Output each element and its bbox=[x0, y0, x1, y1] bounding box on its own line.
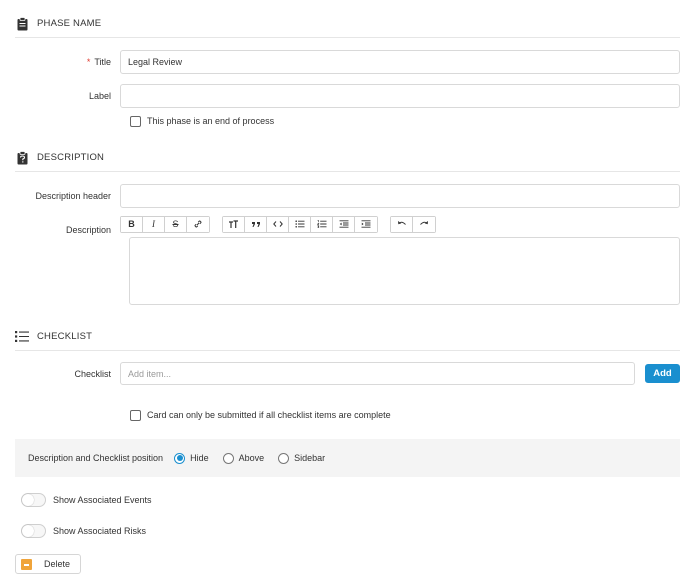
bullet-list-button[interactable] bbox=[289, 216, 311, 232]
add-checklist-item-button[interactable]: Add bbox=[645, 364, 680, 383]
quote-icon bbox=[251, 222, 260, 227]
end-of-process-checkbox[interactable]: This phase is an end of process bbox=[130, 115, 275, 127]
undo-button[interactable] bbox=[391, 216, 413, 232]
radio-hide[interactable] bbox=[174, 452, 186, 464]
checklist-icon bbox=[15, 330, 29, 344]
bold-button[interactable]: B bbox=[121, 216, 143, 232]
checkbox-box[interactable] bbox=[130, 115, 141, 127]
heading-icon bbox=[229, 219, 238, 228]
events-toggle-row: Show Associated Events bbox=[21, 492, 686, 508]
section-title: CHECKLIST bbox=[37, 331, 93, 342]
required-mark: * bbox=[86, 57, 91, 67]
toolbar-group-history bbox=[390, 215, 436, 233]
delete-button[interactable]: Delete bbox=[15, 554, 81, 574]
clipboard-question-icon bbox=[15, 150, 29, 165]
link-button[interactable] bbox=[187, 216, 209, 232]
rich-text-toolbar: B I S bbox=[120, 215, 448, 233]
description-header-input[interactable] bbox=[120, 184, 680, 208]
outdent-button[interactable] bbox=[333, 216, 355, 232]
numbered-list-button[interactable] bbox=[311, 216, 333, 232]
risks-toggle-row: Show Associated Risks bbox=[21, 523, 686, 539]
description-textarea[interactable] bbox=[129, 237, 680, 305]
toolbar-group-format: B I S bbox=[120, 215, 210, 233]
radio-above[interactable] bbox=[222, 452, 234, 464]
undo-icon bbox=[397, 221, 406, 225]
checkbox-box[interactable] bbox=[130, 409, 141, 421]
events-toggle[interactable] bbox=[21, 493, 46, 507]
title-row: * Title Legal Review bbox=[15, 50, 680, 74]
strikethrough-button[interactable]: S bbox=[165, 216, 187, 232]
label-row: Label bbox=[15, 84, 680, 108]
require-complete-row: Card can only be submitted if all checkl… bbox=[130, 408, 580, 422]
end-of-process-row: This phase is an end of process bbox=[130, 114, 530, 128]
indent-icon bbox=[361, 220, 371, 228]
title-label: * Title bbox=[86, 57, 111, 67]
position-option-above[interactable]: Above bbox=[222, 452, 264, 464]
checklist-header: CHECKLIST bbox=[15, 323, 680, 351]
outdent-icon bbox=[339, 220, 348, 228]
numbered-list-icon bbox=[316, 220, 326, 228]
checklist-row: Checklist Add item... bbox=[15, 362, 635, 385]
label-input[interactable] bbox=[120, 84, 680, 108]
position-panel: Description and Checklist position Hide … bbox=[15, 439, 680, 477]
risks-toggle-label: Show Associated Risks bbox=[53, 526, 147, 536]
end-of-process-label: This phase is an end of process bbox=[147, 116, 275, 126]
description-toolbar-row: Description B I S bbox=[15, 215, 680, 235]
link-icon bbox=[194, 220, 202, 228]
quote-button[interactable] bbox=[245, 216, 267, 232]
section-title: DESCRIPTION bbox=[37, 152, 105, 163]
heading-button[interactable] bbox=[223, 216, 245, 232]
redo-icon bbox=[420, 221, 428, 225]
toolbar-group-blocks bbox=[222, 215, 378, 233]
phase-name-header: PHASE NAME bbox=[15, 10, 680, 38]
code-icon bbox=[272, 221, 283, 227]
description-header-label: Description header bbox=[35, 191, 111, 201]
require-complete-label: Card can only be submitted if all checkl… bbox=[147, 410, 391, 420]
indent-button[interactable] bbox=[355, 216, 377, 232]
delete-label: Delete bbox=[44, 559, 71, 569]
redo-button[interactable] bbox=[413, 216, 435, 232]
description-header-row: Description header bbox=[15, 184, 680, 208]
position-option-sidebar[interactable]: Sidebar bbox=[278, 452, 325, 464]
checklist-label: Checklist bbox=[74, 368, 111, 379]
italic-button[interactable]: I bbox=[143, 216, 165, 232]
bullet-list-icon bbox=[294, 220, 304, 228]
require-complete-checkbox[interactable]: Card can only be submitted if all checkl… bbox=[130, 409, 391, 421]
description-header: DESCRIPTION bbox=[15, 144, 680, 172]
radio-sidebar[interactable] bbox=[278, 452, 290, 464]
label-label: Label bbox=[88, 91, 111, 101]
events-toggle-label: Show Associated Events bbox=[53, 495, 152, 505]
title-input[interactable]: Legal Review bbox=[120, 50, 680, 74]
clipboard-icon bbox=[15, 16, 29, 31]
risks-toggle[interactable] bbox=[21, 524, 46, 538]
position-label: Description and Checklist position bbox=[28, 453, 164, 463]
archive-icon bbox=[21, 558, 32, 570]
section-title: PHASE NAME bbox=[37, 18, 102, 29]
checklist-input[interactable]: Add item... bbox=[120, 362, 635, 385]
description-label: Description bbox=[65, 225, 111, 235]
code-button[interactable] bbox=[267, 216, 289, 232]
position-option-hide[interactable]: Hide bbox=[174, 452, 209, 464]
